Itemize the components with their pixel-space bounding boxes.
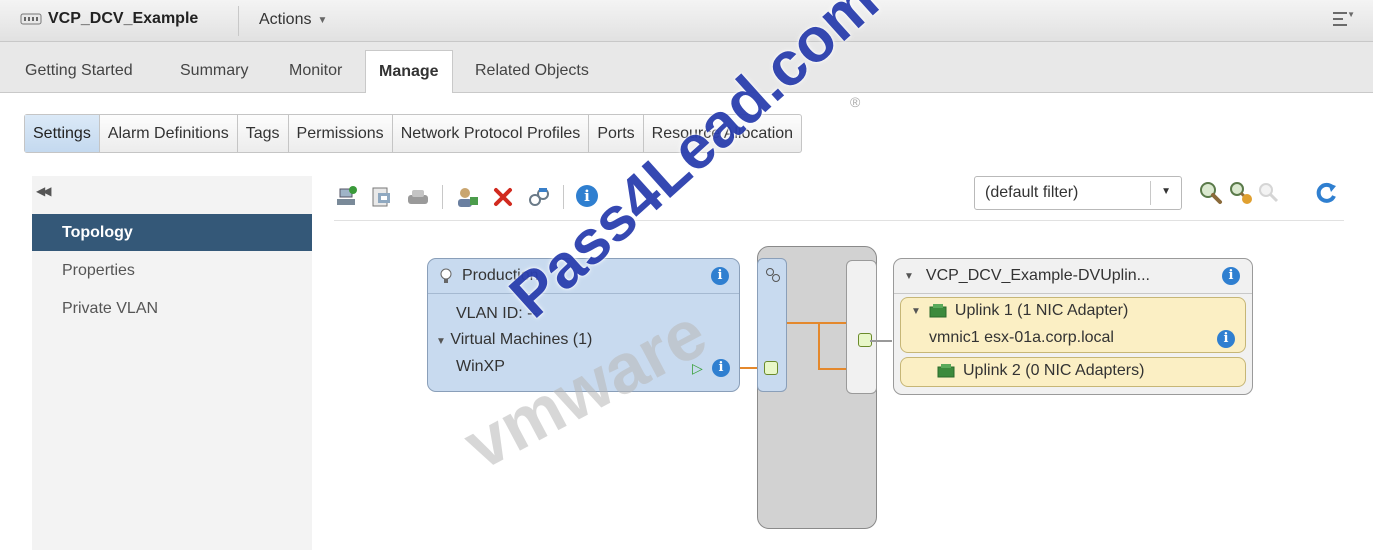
tab-manage[interactable]: Manage xyxy=(365,50,453,93)
actions-label: Actions xyxy=(259,11,312,28)
filter-value: (default filter) xyxy=(985,184,1079,201)
expand-triangle-icon: ▼ xyxy=(911,305,921,317)
manage-port-groups-icon[interactable] xyxy=(370,185,394,209)
refresh-icon[interactable] xyxy=(1314,180,1340,206)
switch-uplink-connector xyxy=(846,260,877,394)
uplink-2[interactable]: Uplink 2 (0 NIC Adapters) xyxy=(900,357,1246,387)
info-icon[interactable]: i xyxy=(1222,267,1240,285)
filter-separator xyxy=(1150,181,1151,205)
collapse-icon[interactable]: ◀◀ xyxy=(36,184,52,198)
clear-search-icon[interactable] xyxy=(1256,180,1282,206)
delete-icon[interactable] xyxy=(491,185,515,209)
subtab-settings[interactable]: Settings xyxy=(25,115,100,152)
edit-user-icon[interactable] xyxy=(455,185,479,209)
menu-icon[interactable]: ▼ xyxy=(1333,10,1355,28)
object-title: VCP_DCV_Example xyxy=(48,10,199,27)
object-header: VCP_DCV_Example xyxy=(20,10,198,28)
portgroup-icon xyxy=(440,268,452,283)
tab-getting-started[interactable]: Getting Started xyxy=(25,62,133,80)
tab-related-objects[interactable]: Related Objects xyxy=(475,62,589,80)
virtual-machines-group[interactable]: ▼ Virtual Machines (1) xyxy=(436,331,592,349)
filter-select[interactable]: (default filter) ▼ xyxy=(974,176,1182,210)
subtab-network-protocol-profiles[interactable]: Network Protocol Profiles xyxy=(393,115,590,152)
uplink-group-header: ▼ VCP_DCV_Example-DVUplin... xyxy=(904,267,1150,285)
uplink-1-nic: vmnic1 esx-01a.corp.local xyxy=(929,329,1114,346)
subtab-tags[interactable]: Tags xyxy=(238,115,289,152)
uplink-1-label: Uplink 1 (1 NIC Adapter) xyxy=(954,302,1129,319)
subtab-ports[interactable]: Ports xyxy=(589,115,644,152)
expand-triangle-icon: ▼ xyxy=(436,336,446,347)
uplink-1[interactable]: ▼ Uplink 1 (1 NIC Adapter) vmnic1 esx-01… xyxy=(900,297,1246,353)
uplink-group[interactable]: ▼ VCP_DCV_Example-DVUplin... i ▼ Uplink … xyxy=(893,258,1253,395)
uplink-link xyxy=(870,340,892,342)
nic-icon xyxy=(937,364,955,378)
portgroup-port-icon xyxy=(764,361,778,375)
expand-triangle-icon: ▼ xyxy=(904,270,914,282)
uplink-divider xyxy=(894,293,1252,294)
vm-name[interactable]: WinXP xyxy=(456,358,505,376)
topology-toolbar: i xyxy=(334,182,612,212)
add-host-icon[interactable] xyxy=(334,185,358,209)
subtab-permissions[interactable]: Permissions xyxy=(289,115,393,152)
main-tabs: Getting Started Summary Monitor Manage R… xyxy=(0,42,1373,93)
tab-monitor[interactable]: Monitor xyxy=(289,62,342,80)
uplink-group-name: VCP_DCV_Example-DVUplin... xyxy=(925,267,1150,284)
actions-menu[interactable]: Actions ▼ xyxy=(259,11,327,29)
network-settings-icon[interactable] xyxy=(527,185,551,209)
distributed-switch-icon xyxy=(20,13,42,25)
toolbar-divider xyxy=(334,220,1344,221)
title-bar: VCP_DCV_Example Actions ▼ ▼ xyxy=(0,0,1373,42)
nav-item-properties[interactable]: Properties xyxy=(32,252,312,289)
chevron-down-icon: ▼ xyxy=(317,14,328,26)
subtab-alarm-definitions[interactable]: Alarm Definitions xyxy=(100,115,238,152)
info-icon[interactable]: i xyxy=(1217,330,1235,348)
settings-nav: ◀◀ Topology Properties Private VLAN xyxy=(32,176,312,550)
wire xyxy=(818,322,820,370)
toolbar-separator xyxy=(563,185,564,209)
nic-icon xyxy=(929,304,947,318)
wire xyxy=(818,368,846,370)
search-icon[interactable] xyxy=(1198,180,1224,206)
nav-item-topology[interactable]: Topology xyxy=(32,214,312,251)
port-link-icon xyxy=(766,268,780,282)
chevron-down-icon: ▼ xyxy=(1161,186,1171,197)
search-settings-icon[interactable] xyxy=(1228,180,1254,206)
info-icon[interactable]: i xyxy=(711,267,729,285)
virtual-machines-label: Virtual Machines (1) xyxy=(450,331,593,348)
tab-summary[interactable]: Summary xyxy=(180,62,248,80)
title-separator xyxy=(238,6,239,36)
watermark-registered: ® xyxy=(850,94,861,110)
uplink-2-label: Uplink 2 (0 NIC Adapters) xyxy=(963,362,1145,379)
toolbar-separator xyxy=(442,185,443,209)
nav-item-private-vlan[interactable]: Private VLAN xyxy=(32,290,312,327)
migrate-network-icon[interactable] xyxy=(406,185,430,209)
wire xyxy=(787,322,846,324)
